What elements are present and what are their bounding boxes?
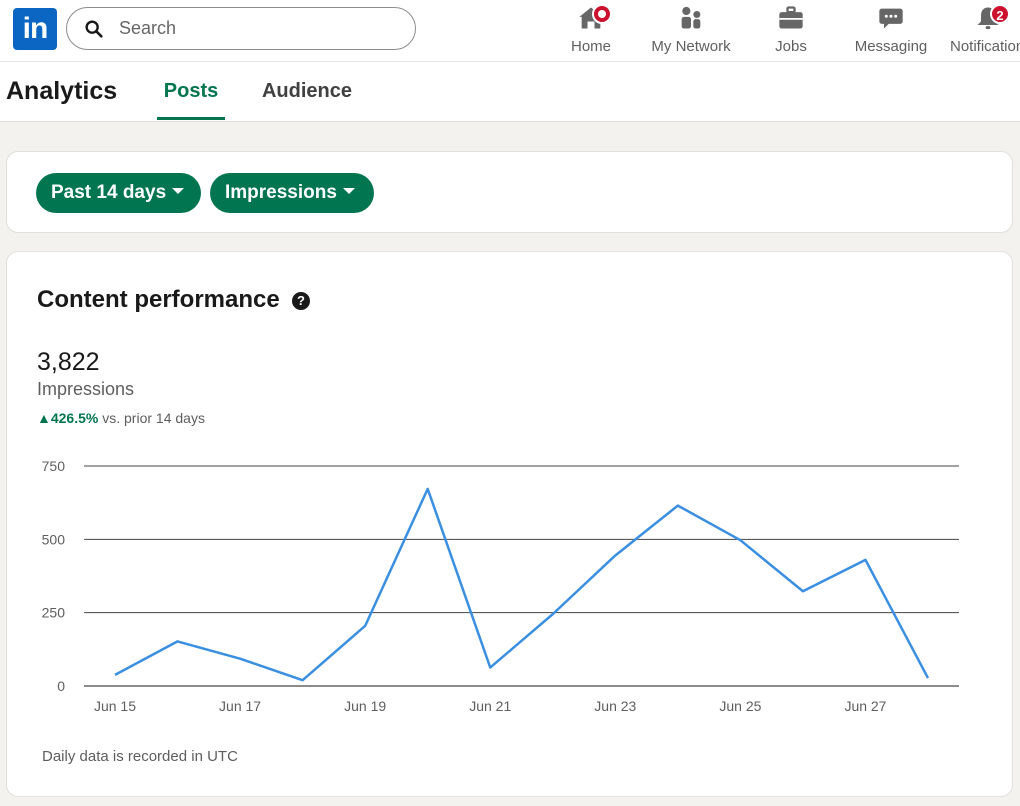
search-bar[interactable]	[66, 7, 416, 50]
content-performance-card: Content performance ? 3,822 Impressions …	[6, 251, 1013, 797]
nav-jobs[interactable]: Jobs	[766, 2, 816, 60]
change-value: 426.5%	[50, 410, 99, 426]
section-title: Content performance	[37, 286, 280, 313]
nav-jobs-label: Jobs	[775, 38, 807, 55]
metric-label: Impressions	[225, 182, 337, 203]
chat-icon	[879, 8, 903, 29]
search-input[interactable]	[119, 18, 379, 39]
change-text: vs. prior 14 days	[98, 410, 205, 426]
top-nav: in Home My Network Jobs Messaging 2	[0, 0, 1020, 62]
trend-up-icon: ▲	[37, 410, 51, 426]
utc-footnote: Daily data is recorded in UTC	[42, 748, 238, 765]
date-range-label: Past 14 days	[51, 182, 167, 203]
nav-notifications-label: Notifications	[950, 38, 1020, 55]
x-tick-label: Jun 27	[844, 698, 886, 712]
x-tick-label: Jun 21	[469, 698, 511, 712]
impressions-label: Impressions	[37, 379, 135, 399]
help-icon[interactable]: ?	[292, 292, 310, 310]
nav-my-network[interactable]: My Network	[646, 2, 736, 60]
tab-audience[interactable]: Audience	[257, 62, 357, 120]
notifications-badge: 2	[990, 4, 1010, 24]
x-tick-label: Jun 25	[719, 698, 761, 712]
analytics-subnav: Analytics Posts Audience	[0, 62, 1020, 122]
filters-card: Past 14 days Impressions	[6, 151, 1013, 233]
series-line	[114, 487, 930, 682]
search-icon	[85, 19, 103, 38]
y-tick-label: 0	[57, 678, 65, 694]
tab-posts[interactable]: Posts	[157, 62, 225, 120]
nav-messaging-label: Messaging	[854, 38, 928, 55]
x-tick-label: Jun 23	[594, 698, 636, 712]
linkedin-logo[interactable]: in	[13, 8, 57, 50]
briefcase-icon	[779, 6, 803, 29]
home-notification-dot	[592, 4, 612, 24]
x-tick-label: Jun 15	[94, 698, 136, 712]
people-icon	[681, 6, 701, 29]
change-indicator: ▲426.5% vs. prior 14 days	[37, 410, 205, 426]
x-tick-label: Jun 17	[219, 698, 261, 712]
metric-dropdown[interactable]: Impressions	[210, 173, 374, 213]
date-range-dropdown[interactable]: Past 14 days	[36, 173, 201, 213]
nav-home[interactable]: Home	[562, 2, 620, 60]
nav-my-network-label: My Network	[651, 38, 731, 55]
x-tick-label: Jun 19	[344, 698, 386, 712]
nav-home-label: Home	[570, 38, 611, 55]
y-tick-label: 500	[42, 531, 66, 547]
chevron-down-icon	[342, 187, 355, 194]
page-title: Analytics	[6, 77, 118, 105]
chevron-down-icon	[172, 187, 185, 194]
nav-notifications[interactable]: 2 Notifications	[948, 2, 1020, 60]
y-tick-label: 250	[42, 605, 66, 621]
impressions-line-chart: 0 250 500 750 Jun 15 Jun 17 Jun 19 Jun 21 Jun 23…	[42, 458, 959, 712]
y-tick-label: 750	[42, 458, 66, 474]
impressions-total: 3,822	[37, 348, 100, 376]
nav-messaging[interactable]: Messaging	[852, 2, 930, 60]
